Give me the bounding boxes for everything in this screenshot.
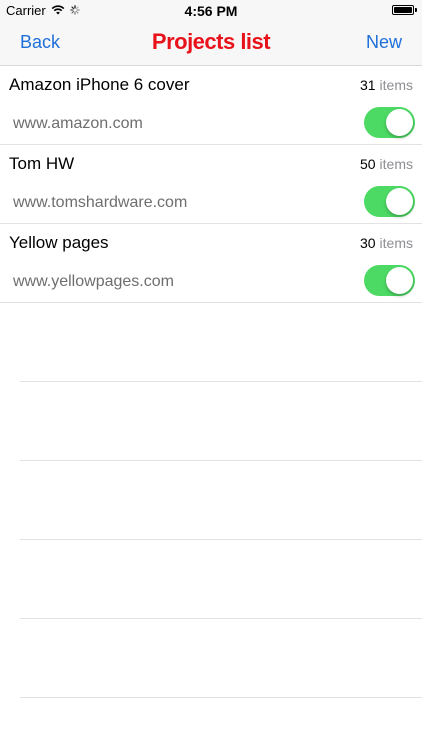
battery-icon <box>392 5 417 15</box>
item-count-value: 50 <box>359 156 376 172</box>
empty-row <box>20 303 422 382</box>
project-url: www.tomshardware.com <box>13 194 188 211</box>
status-right <box>392 5 417 15</box>
project-enabled-toggle[interactable] <box>364 265 415 296</box>
project-item-count: 31 items <box>360 77 413 93</box>
project-name: Yellow pages <box>9 233 109 252</box>
new-button[interactable]: New <box>366 32 402 53</box>
empty-list-area <box>20 303 422 698</box>
empty-row <box>20 461 422 540</box>
empty-row <box>20 382 422 461</box>
project-url: www.amazon.com <box>13 115 143 132</box>
app-screen: Carrier 4:56 PM Back Projects list New A… <box>0 0 422 750</box>
project-url: www.yellowpages.com <box>13 273 174 290</box>
project-enabled-toggle[interactable] <box>364 186 415 217</box>
status-time: 4:56 PM <box>184 3 238 19</box>
page-title: Projects list <box>151 29 271 54</box>
toggle-knob <box>386 188 413 215</box>
project-row[interactable]: Tom HW 50 items www.tomshardware.com <box>0 145 422 224</box>
empty-row <box>20 540 422 619</box>
empty-row <box>20 619 422 698</box>
project-name: Tom HW <box>9 154 75 173</box>
item-count-value: 31 <box>359 77 376 93</box>
toggle-knob <box>386 109 413 136</box>
item-count-unit: items <box>379 156 413 172</box>
item-count-unit: items <box>379 77 413 93</box>
project-row[interactable]: Yellow pages 30 items www.yellowpages.com <box>0 224 422 303</box>
toggle-knob <box>386 267 413 294</box>
project-name: Amazon iPhone 6 cover <box>9 75 190 94</box>
project-item-count: 50 items <box>360 156 413 172</box>
item-count-unit: items <box>379 235 413 251</box>
navigation-bar: Back Projects list New <box>0 22 422 66</box>
project-enabled-toggle[interactable] <box>364 107 415 138</box>
projects-list: Amazon iPhone 6 cover 31 items www.amazon… <box>0 66 422 303</box>
status-bar: Carrier 4:56 PM <box>0 0 422 22</box>
project-row[interactable]: Amazon iPhone 6 cover 31 items www.amazon… <box>0 66 422 145</box>
item-count-value: 30 <box>359 235 376 251</box>
project-item-count: 30 items <box>360 235 413 251</box>
